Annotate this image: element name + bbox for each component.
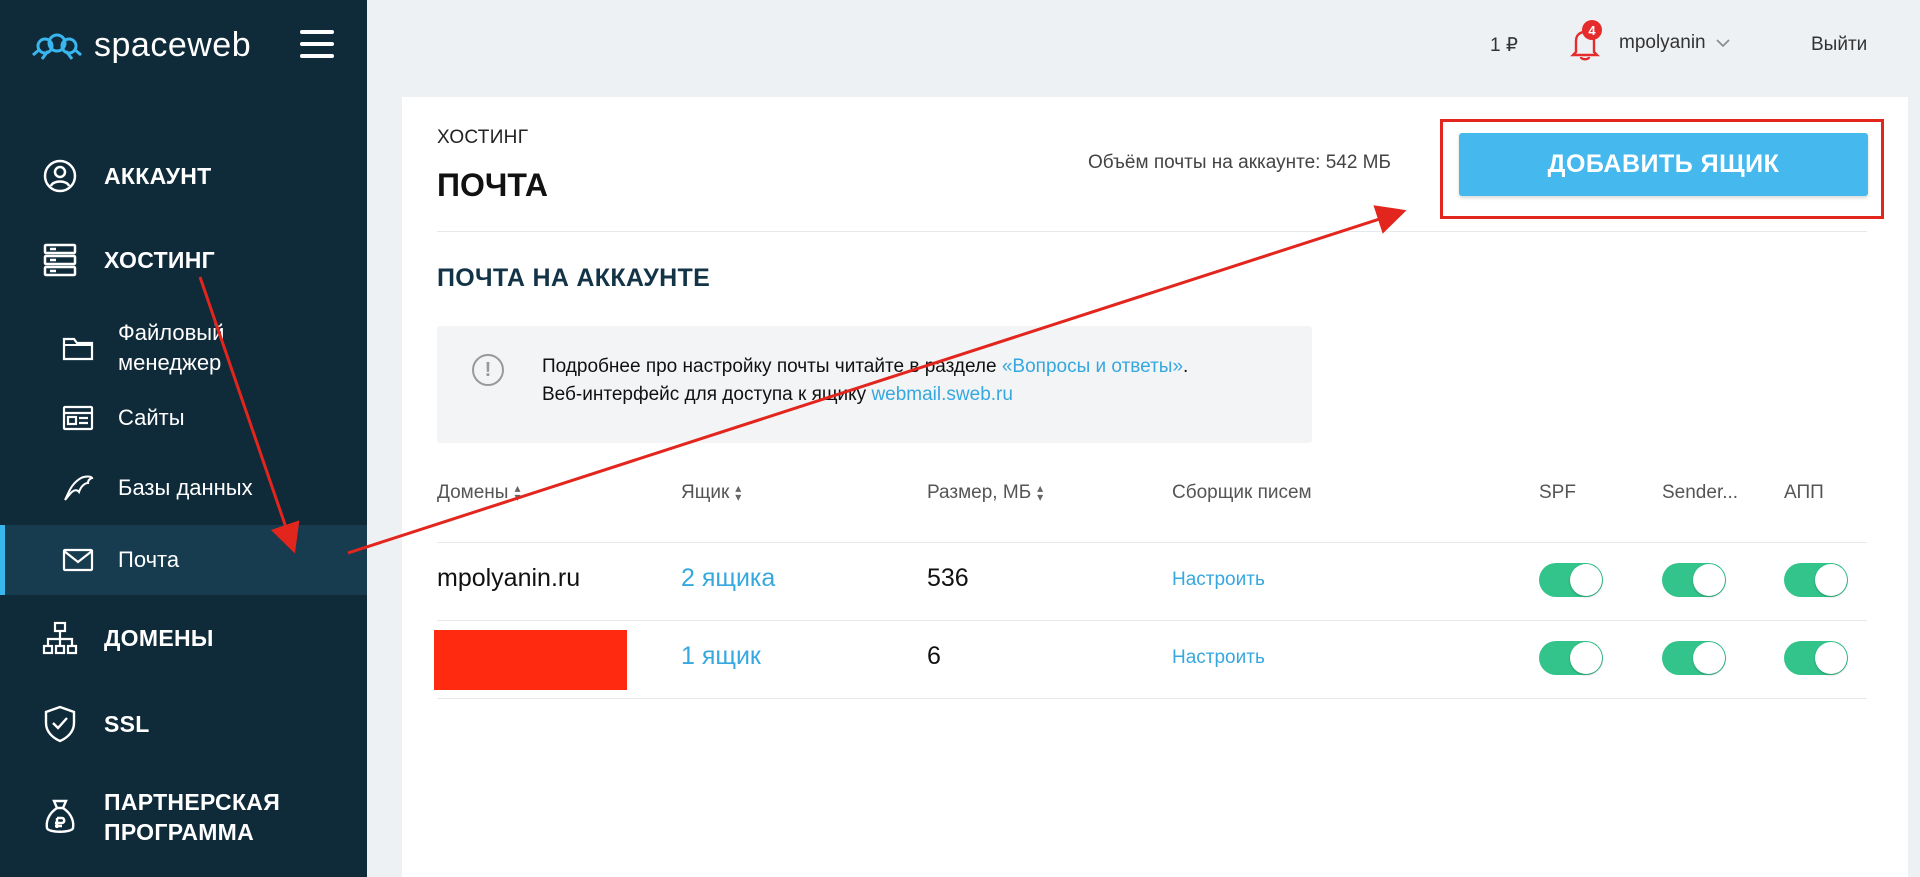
sidebar-item-label: Почта	[118, 547, 180, 572]
logo-text: spaceweb	[94, 26, 252, 64]
page-title: ПОЧТА	[437, 167, 549, 203]
faq-link[interactable]: «Вопросы и ответы»	[1002, 356, 1183, 377]
money-bag-icon	[40, 797, 80, 837]
configure-collector-link[interactable]: Настроить	[1172, 647, 1265, 669]
sort-icon: ▴ ▾	[514, 481, 521, 504]
notification-badge: 4	[1582, 20, 1602, 40]
sidebar-item-hosting[interactable]: ХОСТИНГ	[0, 236, 367, 284]
browser-window-icon	[58, 398, 98, 438]
size-cell: 6	[927, 642, 941, 670]
server-icon	[40, 240, 80, 280]
sidebar-item-databases[interactable]: Базы данных	[0, 468, 367, 508]
mailbox-count-link[interactable]: 2 ящика	[681, 564, 775, 593]
sidebar-item-label: SSL	[104, 710, 150, 737]
app-toggle[interactable]	[1784, 563, 1848, 597]
sort-icon: ▴ ▾	[1037, 481, 1044, 504]
sidebar-item-domains[interactable]: ДОМЕНЫ	[0, 614, 367, 662]
sidebar-item-account[interactable]: АККАУНТ	[0, 152, 367, 200]
sidebar-item-ssl[interactable]: SSL	[0, 700, 367, 748]
redacted-domain	[434, 630, 627, 690]
mailbox-count-link[interactable]: 1 ящик	[681, 642, 761, 671]
sort-icon: ▴ ▾	[735, 481, 742, 504]
sender-toggle[interactable]	[1662, 641, 1726, 675]
spaceweb-logo-icon	[32, 33, 82, 60]
column-header-spf: SPF	[1539, 482, 1576, 503]
size-cell: 536	[927, 564, 969, 592]
info-text: Подробнее про настройку почты читайте в …	[542, 356, 1189, 405]
mail-volume-text: Объём почты на аккаунте: 542 МБ	[1088, 152, 1391, 173]
sender-toggle[interactable]	[1662, 563, 1726, 597]
column-header-collector: Сборщик писем	[1172, 482, 1312, 503]
row-divider	[437, 542, 1867, 543]
column-header-size[interactable]: Размер, МБ ▴ ▾	[927, 482, 1043, 504]
sidebar-item-sites[interactable]: Сайты	[0, 398, 367, 438]
exclamation-icon: !	[472, 354, 504, 386]
sidebar-item-label: ХОСТИНГ	[104, 246, 216, 273]
sidebar-item-label: АККАУНТ	[104, 162, 212, 189]
username: mpolyanin	[1619, 32, 1706, 53]
configure-collector-link[interactable]: Настроить	[1172, 569, 1265, 591]
sidebar-item-label: ПАРТНЕРСКАЯ ПРОГРАММА	[104, 789, 281, 845]
domain-cell: mpolyanin.ru	[437, 564, 581, 592]
dolphin-icon	[58, 468, 98, 508]
shield-check-icon	[40, 704, 80, 744]
annotation-highlight-box	[1440, 119, 1884, 219]
sidebar-item-mail[interactable]: Почта	[0, 525, 367, 595]
column-header-domains[interactable]: Домены ▴ ▾	[437, 482, 520, 504]
envelope-icon	[58, 540, 98, 580]
column-header-mailbox[interactable]: Ящик ▴ ▾	[681, 482, 741, 504]
row-divider	[437, 698, 1867, 699]
spf-toggle[interactable]	[1539, 563, 1603, 597]
logo[interactable]: spaceweb	[30, 26, 251, 65]
column-header-app: АПП	[1784, 482, 1824, 503]
main-card: ХОСТИНГ ПОЧТА Объём почты на аккаунте: 5…	[402, 97, 1908, 877]
section-title: ПОЧТА НА АККАУНТЕ	[437, 264, 711, 292]
sidebar-item-label: Сайты	[118, 405, 185, 430]
top-bar: 1 ₽ 4 mpolyanin Выйти	[367, 0, 1920, 90]
folder-icon	[58, 328, 98, 368]
sidebar-item-partner-program[interactable]: ПАРТНЕРСКАЯ ПРОГРАММА	[0, 785, 367, 849]
sidebar-item-file-manager[interactable]: Файловый менеджер	[0, 316, 367, 380]
spf-toggle[interactable]	[1539, 641, 1603, 675]
webmail-link[interactable]: webmail.sweb.ru	[871, 384, 1013, 405]
user-circle-icon	[40, 156, 80, 196]
breadcrumb[interactable]: ХОСТИНГ	[437, 127, 528, 149]
balance[interactable]: 1 ₽	[1490, 34, 1518, 57]
sidebar-item-label: ДОМЕНЫ	[104, 624, 214, 651]
sidebar-item-label: Базы данных	[118, 475, 253, 500]
app-toggle[interactable]	[1784, 641, 1848, 675]
sitemap-icon	[40, 618, 80, 658]
info-box: ! Подробнее про настройку почты читайте …	[437, 326, 1312, 443]
row-divider	[437, 620, 1867, 621]
chevron-down-icon	[1716, 38, 1730, 47]
divider	[437, 231, 1867, 232]
sidebar: spaceweb АККАУНТ ХОСТИНГ Файловый менедж…	[0, 0, 367, 877]
sidebar-item-label: Файловый менеджер	[118, 320, 225, 375]
hamburger-menu-icon[interactable]	[300, 30, 334, 58]
user-menu[interactable]: mpolyanin	[1619, 32, 1730, 54]
logout-link[interactable]: Выйти	[1811, 34, 1867, 56]
column-header-sender: Sender...	[1662, 482, 1739, 503]
